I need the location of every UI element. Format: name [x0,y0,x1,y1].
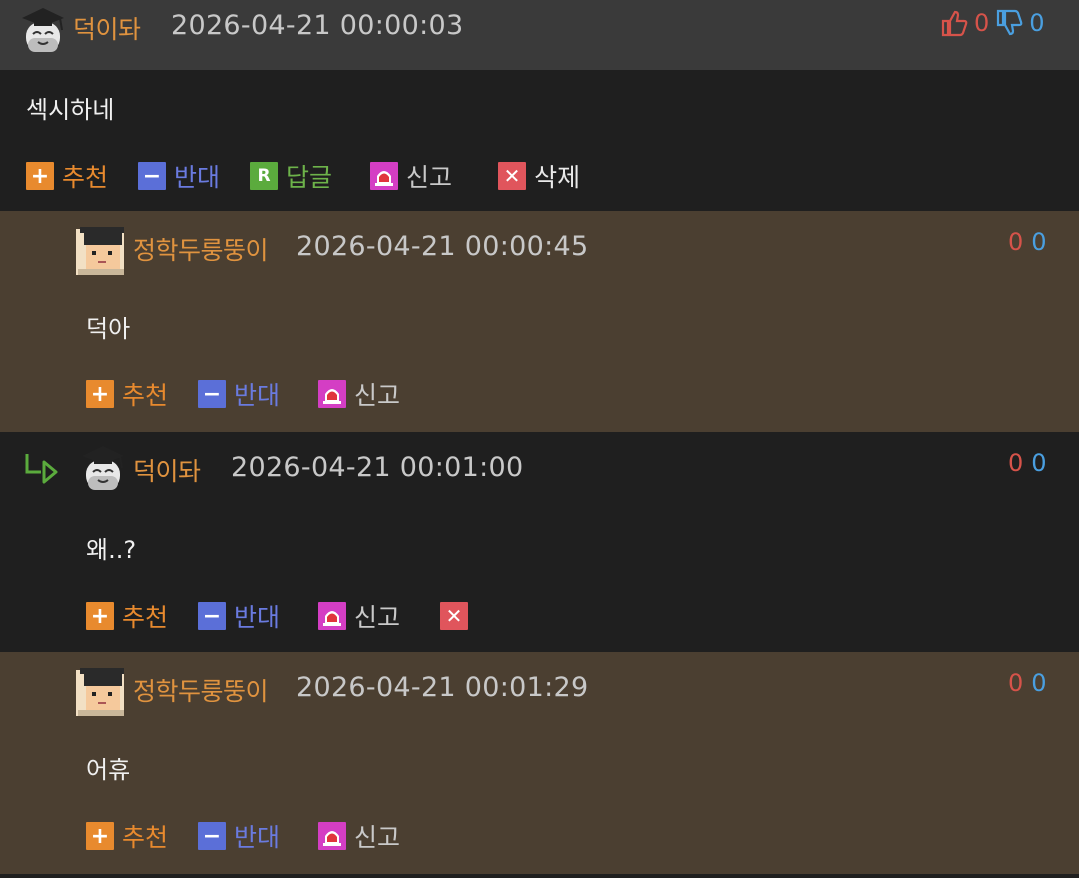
plus-icon: + [26,162,54,190]
recommend-button[interactable]: + 추천 [86,598,168,634]
reply-author[interactable]: 정학두룽뚱이 [133,672,269,708]
post-body: 섹시하네 + 추천 − 반대 R 답글 신고 ✕ 삭제 [0,70,1079,211]
reply-upvote-count[interactable]: 0 [1008,669,1023,697]
recommend-label: 추천 [122,603,169,632]
reply-content: 덕아 [86,315,131,343]
ghost-avatar-icon[interactable] [16,4,70,58]
oppose-label: 반대 [174,163,221,192]
recommend-button[interactable]: + 추천 [86,818,168,854]
student-avatar-icon[interactable] [74,664,128,718]
plus-icon: + [86,380,114,408]
reply-downvote-count[interactable]: 0 [1031,228,1046,256]
oppose-label: 반대 [234,381,281,410]
minus-icon: − [198,602,227,630]
reply-content: 왜..? [86,536,137,564]
reply-arrow-icon [25,454,58,484]
post-downvote-count: 0 [1029,9,1045,37]
reply-datetime: 2026-04-21 00:01:00 [231,452,524,483]
siren-icon [318,602,347,630]
siren-icon [318,380,347,408]
report-button[interactable]: 신고 [318,376,400,412]
delete-label: 삭제 [534,163,581,192]
minus-icon: − [138,162,167,190]
report-button[interactable]: 신고 [318,598,400,634]
recommend-button[interactable]: + 추천 [26,158,108,194]
post-author[interactable]: 덕이돠 [73,10,141,46]
reply-content: 어휴 [86,756,131,784]
oppose-button[interactable]: − 반대 [198,598,280,634]
recommend-label: 추천 [62,163,109,192]
post-content: 섹시하네 [26,96,115,124]
reply-votes: 0 0 [1008,449,1047,477]
reply-upvote-count[interactable]: 0 [1008,449,1023,477]
reply-icon: R [250,162,279,190]
reply-actions: + 추천 − 반대 신고 [86,376,430,412]
reply-actions: + 추천 − 반대 신고 [86,818,430,854]
report-button[interactable]: 신고 [318,818,400,854]
oppose-label: 반대 [234,603,281,632]
close-icon: ✕ [498,162,527,190]
reply-downvote-count[interactable]: 0 [1031,449,1046,477]
oppose-button[interactable]: − 반대 [138,158,220,194]
reply-item: 정학두룽뚱이 2026-04-21 00:01:29 0 0 어휴 + 추천 −… [0,652,1079,874]
recommend-label: 추천 [122,381,169,410]
report-button[interactable]: 신고 [370,158,452,194]
reply-votes: 0 0 [1008,669,1047,697]
oppose-label: 반대 [234,823,281,852]
plus-icon: + [86,822,114,850]
reply-button[interactable]: R 답글 [250,158,332,194]
student-avatar-icon[interactable] [74,223,128,277]
post-actions: + 추천 − 반대 R 답글 신고 ✕ 삭제 [26,158,610,194]
oppose-button[interactable]: − 반대 [198,376,280,412]
reply-datetime: 2026-04-21 00:00:45 [296,231,589,262]
reply-label: 답글 [286,163,333,192]
post-votes: 0 0 [940,8,1045,38]
delete-button[interactable]: ✕ [440,602,476,630]
oppose-button[interactable]: − 반대 [198,818,280,854]
report-label: 신고 [354,603,401,632]
minus-icon: − [198,822,227,850]
report-label: 신고 [354,823,401,852]
reply-author[interactable]: 정학두룽뚱이 [133,231,269,267]
reply-item: 정학두룽뚱이 2026-04-21 00:00:45 0 0 덕아 + 추천 −… [0,211,1079,432]
plus-icon: + [86,602,114,630]
delete-button[interactable]: ✕ 삭제 [498,158,580,194]
close-icon: ✕ [440,602,469,630]
reply-downvote-count[interactable]: 0 [1031,669,1046,697]
post-upvote-count: 0 [974,9,990,37]
report-label: 신고 [354,381,401,410]
reply-votes: 0 0 [1008,228,1047,256]
recommend-button[interactable]: + 추천 [86,376,168,412]
ghost-avatar-icon[interactable] [76,442,130,496]
siren-icon [370,162,399,190]
thumbs-down-icon[interactable] [995,8,1025,38]
recommend-label: 추천 [122,823,169,852]
minus-icon: − [198,380,227,408]
reply-datetime: 2026-04-21 00:01:29 [296,672,589,703]
post-datetime: 2026-04-21 00:00:03 [171,10,464,41]
reply-upvote-count[interactable]: 0 [1008,228,1023,256]
reply-item: 덕이돠 2026-04-21 00:01:00 0 0 왜..? + 추천 − … [0,432,1079,652]
post-header: 덕이돠 2026-04-21 00:00:03 0 0 [0,0,1079,70]
reply-actions: + 추천 − 반대 신고 ✕ [86,598,506,634]
reply-author[interactable]: 덕이돠 [133,452,201,488]
siren-icon [318,822,347,850]
report-label: 신고 [406,163,453,192]
thumbs-up-icon[interactable] [940,8,970,38]
